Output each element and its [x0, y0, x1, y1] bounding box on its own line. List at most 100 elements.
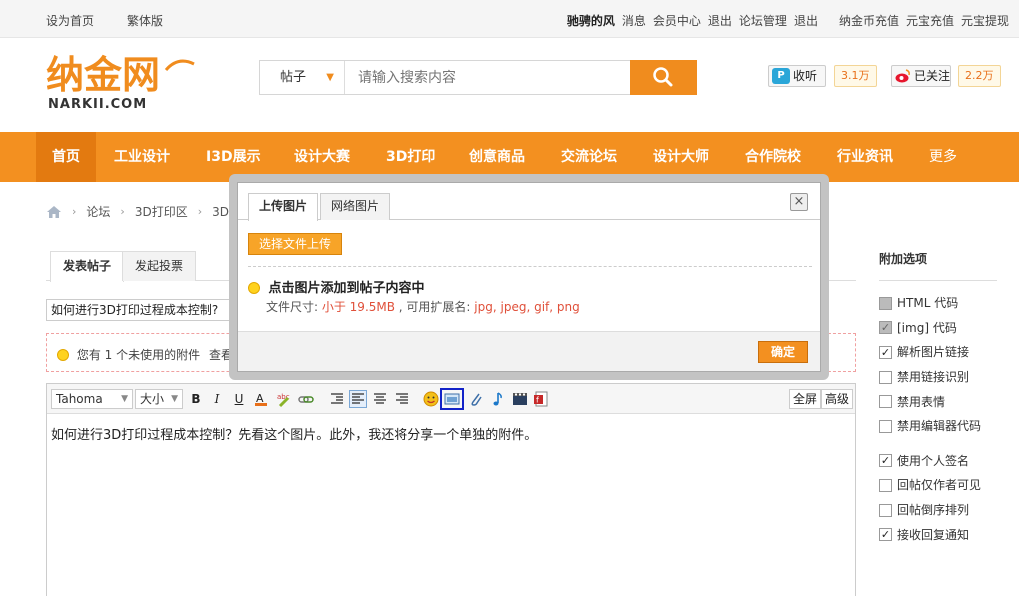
checkbox[interactable] — [879, 296, 892, 310]
nav-item-industry-news[interactable]: 行业资讯 — [837, 132, 893, 182]
logout-link[interactable]: 退出 — [708, 12, 732, 29]
recharge-yuanbao-link[interactable]: 元宝充值 — [906, 12, 954, 29]
tab-new-poll[interactable]: 发起投票 — [122, 251, 197, 281]
follow-button[interactable]: 已关注 — [891, 65, 951, 87]
advanced-mode-button[interactable]: 高级 — [821, 389, 854, 409]
link-icon[interactable] — [297, 390, 315, 408]
traditional-chinese-link[interactable]: 繁体版 — [127, 12, 163, 29]
font-size-select[interactable]: 大小 ▼ — [135, 389, 183, 409]
align-center-icon[interactable] — [371, 390, 389, 408]
checkbox[interactable]: ✓ — [879, 321, 892, 335]
tab-web-image[interactable]: 网络图片 — [320, 193, 391, 220]
emoji-icon[interactable] — [422, 390, 440, 408]
flash-icon[interactable]: f — [532, 390, 550, 408]
background-color-icon[interactable]: abc — [275, 390, 293, 408]
breadcrumb-forum[interactable]: 论坛 — [86, 203, 110, 220]
chevron-down-icon: ▼ — [121, 394, 128, 404]
option-label: 禁用表情 — [897, 394, 946, 409]
italic-icon[interactable]: I — [208, 390, 226, 408]
option-label: 回帖仅作者可见 — [897, 478, 982, 493]
option-disable-smilies[interactable]: 禁用表情 — [879, 389, 997, 414]
listen-label: 收听 — [793, 69, 818, 83]
checkbox[interactable] — [879, 503, 892, 517]
divider — [248, 266, 812, 267]
breadcrumb-separator-icon: › — [197, 205, 203, 218]
follow-count: 2.2万 — [958, 65, 1001, 87]
site-logo[interactable]: 纳金网 NARKII.COM — [46, 48, 206, 112]
option-use-signature[interactable]: ✓ 使用个人签名 — [879, 449, 997, 474]
top-bar: 设为首页 繁体版 驰骋的风 消息 会员中心 退出 论坛管理 退出 纳金币充值 元… — [0, 0, 1019, 38]
option-disable-editor-code[interactable]: 禁用编辑器代码 — [879, 414, 997, 439]
checkbox[interactable] — [879, 370, 892, 384]
nav-item-industrial-design[interactable]: 工业设计 — [114, 132, 170, 182]
underline-icon[interactable]: U — [230, 390, 248, 408]
option-reverse-replies[interactable]: 回帖倒序排列 — [879, 498, 997, 523]
checkbox[interactable] — [879, 419, 892, 433]
dialog-tabs: 上传图片 网络图片 × — [238, 183, 820, 221]
member-center-link[interactable]: 会员中心 — [653, 12, 701, 29]
checkbox[interactable]: ✓ — [879, 454, 892, 468]
option-reply-notification[interactable]: ✓ 接收回复通知 — [879, 522, 997, 547]
font-size-value: 大小 — [140, 392, 165, 406]
follow-label: 已关注 — [914, 69, 951, 83]
font-family-value: Tahoma — [56, 392, 103, 406]
image-icon[interactable] — [440, 388, 464, 410]
music-icon[interactable] — [489, 390, 507, 408]
set-homepage-link[interactable]: 设为首页 — [46, 12, 94, 29]
nav-item-home[interactable]: 首页 — [36, 132, 96, 182]
font-color-icon[interactable]: A — [252, 390, 270, 408]
option-label: [img] 代码 — [897, 320, 957, 335]
withdraw-yuanbao-link[interactable]: 元宝提现 — [961, 12, 1009, 29]
unused-attachment-text: 您有 1 个未使用的附件 — [76, 348, 201, 362]
home-icon[interactable] — [46, 205, 62, 219]
select-file-upload-button[interactable]: 选择文件上传 — [248, 233, 343, 255]
align-left-icon[interactable] — [349, 390, 367, 408]
breadcrumb-3d-printing-area[interactable]: 3D打印区 — [135, 203, 188, 220]
additional-options-panel: 附加选项 HTML 代码 ✓ [img] 代码 ✓ 解析图片链接 禁用链接识别 禁用… — [879, 250, 997, 547]
tencent-weibo-icon: P — [772, 68, 790, 84]
editor-toolbar: Tahoma ▼ 大小 ▼ B I U A abc f 全屏 高级 — [47, 384, 855, 414]
search-scope-value: 帖子 — [280, 70, 307, 85]
option-parse-image-links[interactable]: ✓ 解析图片链接 — [879, 340, 997, 365]
messages-link[interactable]: 消息 — [622, 12, 646, 29]
header: 纳金网 NARKII.COM 帖子 ▼ P 收听 3.1万 已关注 2.2万 — [0, 38, 1019, 132]
editor-content[interactable]: 如何进行3D打印过程成本控制？先看这个图片。此外，我还将分享一个单独的附件。 — [51, 424, 537, 443]
bold-icon[interactable]: B — [187, 390, 205, 408]
checkbox[interactable] — [879, 395, 892, 409]
confirm-button[interactable]: 确定 — [757, 341, 808, 363]
nav-item-more[interactable]: 更多 — [929, 132, 957, 182]
username-link[interactable]: 驰骋的风 — [567, 12, 615, 29]
option-reply-author-only[interactable]: 回帖仅作者可见 — [879, 473, 997, 498]
checkbox[interactable]: ✓ — [879, 345, 892, 359]
checkbox[interactable] — [879, 478, 892, 492]
chevron-down-icon: ▼ — [171, 394, 178, 404]
align-right-icon[interactable] — [393, 390, 411, 408]
fullscreen-button[interactable]: 全屏 — [789, 389, 822, 409]
video-icon[interactable] — [511, 390, 529, 408]
search-scope-select[interactable]: 帖子 ▼ — [260, 61, 345, 94]
file-size-limit: 小于 19.5MB — [321, 300, 395, 314]
option-html-code[interactable]: HTML 代码 — [879, 291, 997, 316]
search-input[interactable] — [346, 61, 630, 94]
option-label: 禁用编辑器代码 — [897, 419, 982, 434]
tab-upload-image[interactable]: 上传图片 — [248, 193, 319, 221]
float-left-icon[interactable] — [328, 390, 346, 408]
search-button[interactable] — [630, 60, 697, 95]
option-img-code[interactable]: ✓ [img] 代码 — [879, 316, 997, 341]
option-disable-link-detection[interactable]: 禁用链接识别 — [879, 365, 997, 390]
font-family-select[interactable]: Tahoma ▼ — [51, 389, 133, 409]
listen-button[interactable]: P 收听 — [768, 65, 826, 87]
checkbox[interactable]: ✓ — [879, 528, 892, 542]
forum-admin-link[interactable]: 论坛管理 — [739, 12, 787, 29]
tab-new-post[interactable]: 发表帖子 — [50, 251, 125, 282]
image-upload-dialog: 上传图片 网络图片 × 选择文件上传 点击图片添加到帖子内容中 文件尺寸: 小于… — [229, 174, 829, 380]
breadcrumb-separator-icon: › — [72, 205, 77, 218]
logout-link-2[interactable]: 退出 — [794, 12, 818, 29]
close-icon[interactable]: × — [790, 193, 808, 211]
attachment-icon[interactable] — [467, 390, 485, 408]
recharge-coins-link[interactable]: 纳金币充值 — [839, 12, 899, 29]
breadcrumb: › 论坛 › 3D打印区 › 3D打印 — [46, 203, 253, 220]
post-title-input[interactable]: 如何进行3D打印过程成本控制? — [46, 299, 236, 321]
sina-weibo-icon — [895, 69, 910, 83]
lightbulb-icon — [57, 349, 69, 361]
